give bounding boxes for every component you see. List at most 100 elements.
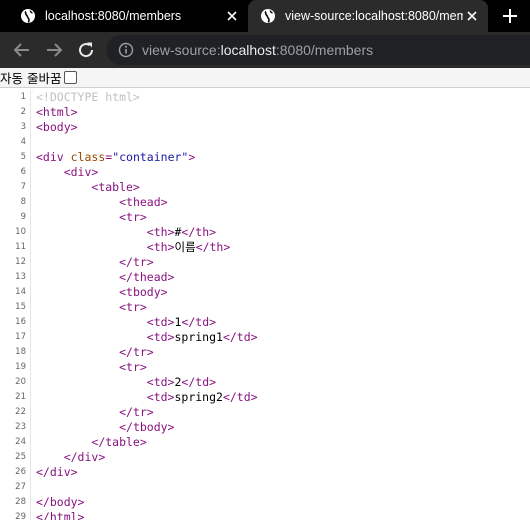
line-wrap-checkbox[interactable] — [64, 71, 78, 84]
html-tag: </html> — [36, 510, 85, 520]
new-tab-plus-icon[interactable] — [498, 4, 522, 28]
html-tag: </body> — [36, 495, 85, 509]
source-line: 20 <td>2</td> — [0, 375, 530, 390]
source-line: 13 </thead> — [0, 270, 530, 285]
line-number: 28 — [15, 497, 26, 507]
line-code: </html> — [36, 510, 84, 520]
close-icon[interactable] — [464, 8, 480, 24]
source-view: 1 <!DOCTYPE html> 2 <html> 3 <body> 4 5 <div cla… — [0, 90, 530, 520]
source-line: 14 <tbody> — [0, 285, 530, 300]
url-text: view-source:localhost:8080/members — [142, 42, 373, 58]
line-number: 29 — [15, 512, 26, 520]
line-number: 21 — [15, 392, 26, 402]
html-tag: </div> — [36, 465, 78, 479]
line-code: </thead> — [36, 270, 174, 285]
tab-view-source[interactable]: view-source:localhost:8080/members — [248, 0, 488, 32]
source-line: 12 </tr> — [0, 255, 530, 270]
tab-members[interactable]: localhost:8080/members — [8, 0, 248, 32]
html-tag: </tr> — [119, 405, 154, 419]
info-icon[interactable] — [118, 42, 134, 58]
source-line: 26 </div> — [0, 465, 530, 480]
html-tag: <body> — [36, 120, 78, 134]
source-line: 25 </div> — [0, 450, 530, 465]
source-line: 2 <html> — [0, 105, 530, 120]
html-tag: <tr> — [119, 300, 147, 314]
html-tag: <tr> — [119, 360, 147, 374]
tab-title: view-source:localhost:8080/members — [285, 9, 463, 23]
line-number: 3 — [20, 122, 26, 132]
html-tag: </tr> — [119, 255, 154, 269]
line-code: </tbody> — [36, 420, 174, 435]
line-number: 12 — [15, 257, 26, 267]
source-line: 17 <td>spring1</td> — [0, 330, 530, 345]
line-number: 15 — [15, 302, 26, 312]
line-code: <html> — [36, 105, 78, 120]
html-tag: <th> — [146, 240, 175, 254]
html-tag: <tbody> — [119, 285, 168, 299]
line-number: 19 — [15, 362, 26, 372]
source-line: 6 <div> — [0, 165, 530, 180]
line-number: 25 — [15, 452, 26, 462]
line-wrap-bar: 자동 줄바꿈 — [0, 68, 530, 88]
line-number: 20 — [15, 377, 26, 387]
line-code: <tr> — [36, 300, 147, 315]
text-content: spring1 — [174, 330, 223, 344]
line-code: <td>2</td> — [36, 375, 216, 390]
tab-title: localhost:8080/members — [45, 9, 182, 23]
html-tag: </thead> — [119, 270, 175, 284]
html-tag: <td> — [146, 390, 175, 404]
globe-icon — [261, 9, 275, 23]
line-number: 23 — [15, 422, 26, 432]
line-number: 8 — [20, 197, 26, 207]
line-code: </body> — [36, 495, 84, 510]
html-tag: </td> — [181, 375, 217, 389]
source-line: 9 <tr> — [0, 210, 530, 225]
source-line: 19 <tr> — [0, 360, 530, 375]
back-arrow-icon[interactable] — [10, 38, 34, 62]
source-line: 23 </tbody> — [0, 420, 530, 435]
line-code: </div> — [36, 465, 78, 480]
attribute-value: "container" — [112, 150, 189, 164]
line-number: 7 — [20, 182, 26, 192]
source-line: 5 <div class="container"> — [0, 150, 530, 165]
line-number: 6 — [20, 167, 26, 177]
text-content: 이름 — [174, 240, 196, 254]
close-icon[interactable] — [224, 8, 240, 24]
forward-arrow-icon[interactable] — [42, 38, 66, 62]
url-prefix: view-source: — [142, 42, 221, 58]
html-attribute: class — [70, 150, 106, 164]
source-line: 16 <td>1</td> — [0, 315, 530, 330]
line-code: <div class="container"> — [36, 150, 195, 165]
source-line: 15 <tr> — [0, 300, 530, 315]
line-code: <div> — [36, 165, 99, 180]
source-line: 10 <th>#</th> — [0, 225, 530, 240]
html-tag: <td> — [146, 330, 175, 344]
html-tag: </td> — [181, 315, 217, 329]
html-tag: <html> — [36, 105, 78, 119]
source-line: 21 <td>spring2</td> — [0, 390, 530, 405]
line-number: 18 — [15, 347, 26, 357]
source-line: 28 </body> — [0, 495, 530, 510]
toolbar: view-source:localhost:8080/members — [0, 32, 530, 68]
url-rest: :8080/members — [275, 42, 374, 58]
html-tag: <thead> — [119, 195, 168, 209]
source-line: 4 — [0, 135, 530, 150]
line-code: </tr> — [36, 405, 154, 420]
html-tag: <div — [36, 150, 71, 164]
line-code: <table> — [36, 180, 140, 195]
line-code: </div> — [36, 450, 106, 465]
line-code: <td>spring2</td> — [36, 390, 258, 405]
source-line: 8 <thead> — [0, 195, 530, 210]
line-code: </table> — [36, 435, 146, 450]
html-tag: </tr> — [119, 345, 154, 359]
tab-strip: localhost:8080/members view-source:local… — [0, 0, 530, 32]
line-number: 22 — [15, 407, 26, 417]
reload-icon[interactable] — [74, 38, 98, 62]
html-tag: <table> — [91, 180, 140, 194]
line-code: <td>1</td> — [36, 315, 216, 330]
url-host: localhost — [220, 42, 276, 58]
address-bar[interactable]: view-source:localhost:8080/members — [106, 35, 530, 65]
line-code: <!DOCTYPE html> — [36, 90, 140, 105]
line-code: <body> — [36, 120, 78, 135]
source-line: 29 </html> — [0, 510, 530, 520]
